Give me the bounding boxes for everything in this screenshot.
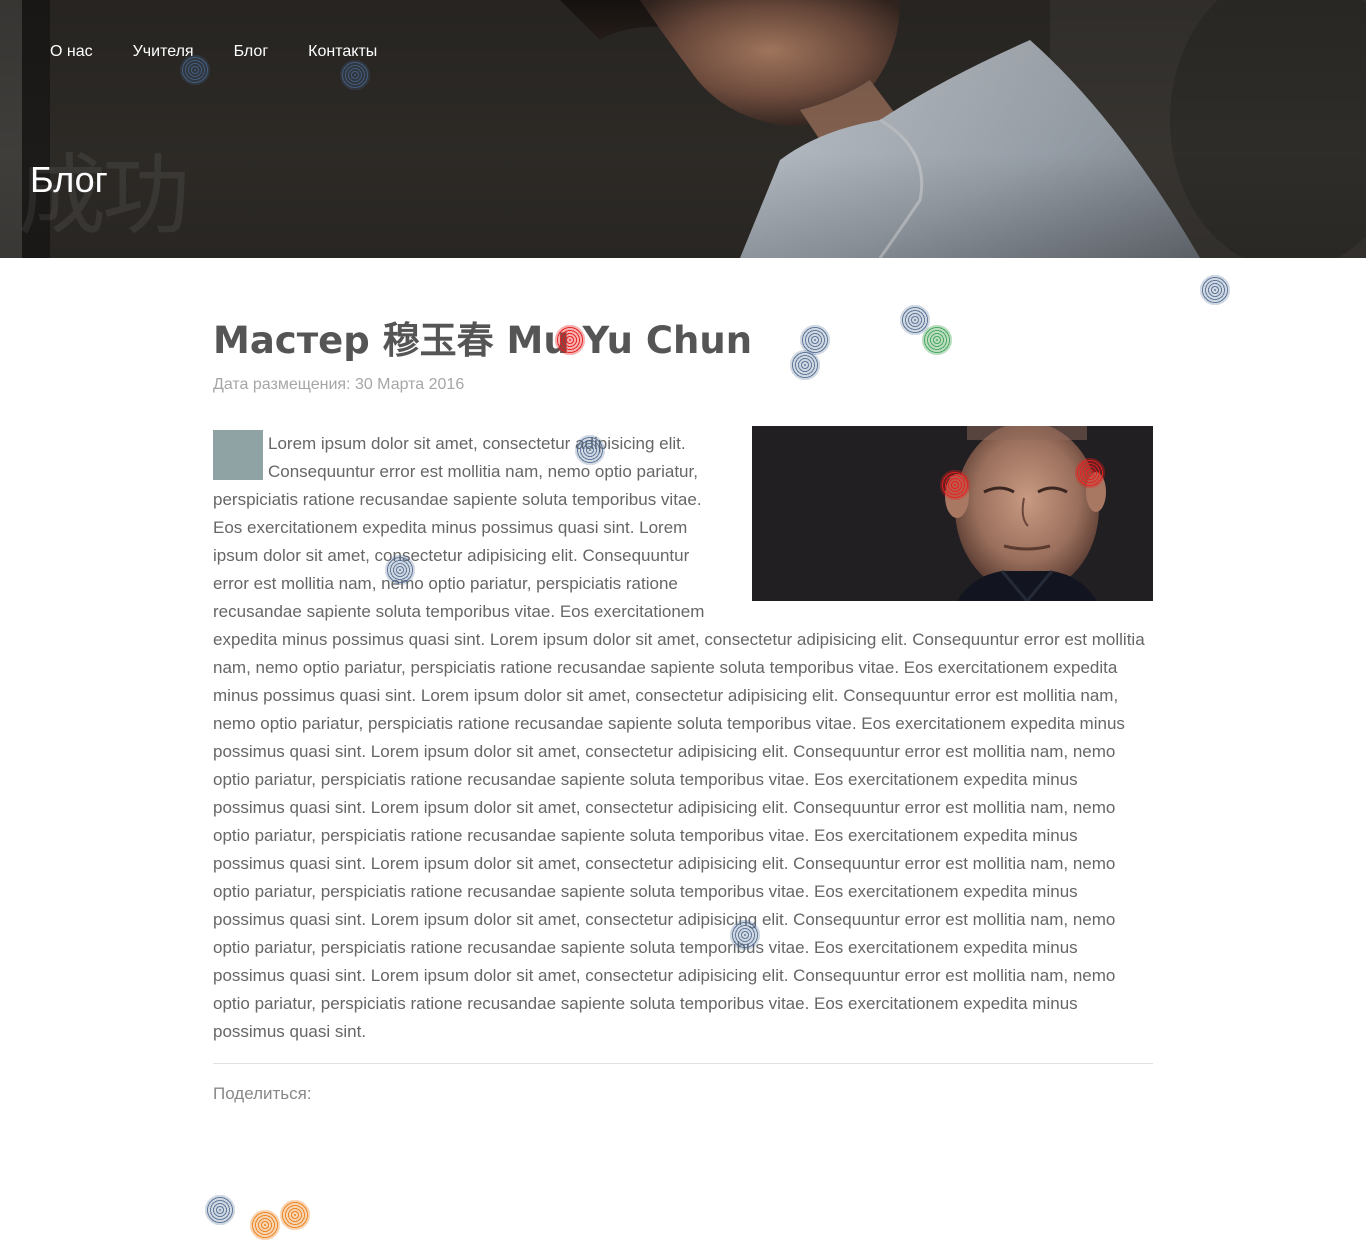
- divider: [213, 1063, 1153, 1064]
- nav-item-blog[interactable]: Блог: [234, 40, 269, 64]
- hero-banner: 成功 О нас Учителя Блог Контакты Блог: [0, 0, 1366, 258]
- marker-dot: [280, 1200, 310, 1230]
- hero-overlay: [0, 0, 1366, 258]
- dropcap-block: [213, 430, 263, 480]
- page-title: Блог: [30, 159, 108, 200]
- marker-dot: [250, 1210, 280, 1240]
- portrait-photo: [752, 426, 1153, 601]
- post-date: Дата размещения: 30 Марта 2016: [213, 376, 465, 393]
- share-label: Поделиться:: [213, 1084, 312, 1103]
- marker-dot: [1200, 275, 1230, 305]
- nav-item-about[interactable]: О нас: [50, 40, 93, 64]
- marker-dot: [205, 1195, 235, 1225]
- post-image: [752, 426, 1153, 601]
- post-title: Мастер 穆玉春 Mu Yu Chun: [213, 319, 753, 362]
- nav-item-teachers[interactable]: Учителя: [133, 40, 194, 64]
- nav-item-contacts[interactable]: Контакты: [308, 40, 377, 64]
- main-nav: О нас Учителя Блог Контакты: [50, 40, 417, 64]
- post-body: Lorem ipsum dolor sit amet, consectetur …: [213, 426, 1153, 1046]
- blog-post: Мастер 穆玉春 Mu Yu Chun Дата размещения: 3…: [213, 300, 1153, 1118]
